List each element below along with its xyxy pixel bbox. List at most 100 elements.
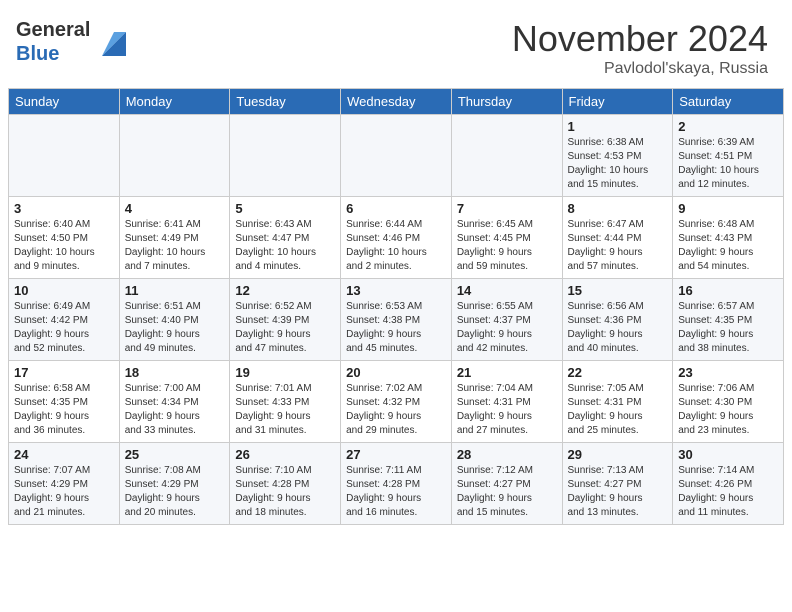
calendar-cell bbox=[119, 115, 230, 197]
logo-blue: Blue bbox=[16, 43, 59, 65]
day-number: 6 bbox=[346, 201, 446, 216]
calendar-cell: 10 Sunrise: 6:49 AM Sunset: 4:42 PM Dayli… bbox=[9, 279, 120, 361]
header-saturday: Saturday bbox=[673, 89, 784, 115]
title-area: November 2024 Pavlodol'skaya, Russia bbox=[512, 18, 768, 78]
week-row-0: 1 Sunrise: 6:38 AM Sunset: 4:53 PM Daylig… bbox=[9, 115, 784, 197]
day-number: 19 bbox=[235, 365, 335, 380]
day-number: 12 bbox=[235, 283, 335, 298]
header-sunday: Sunday bbox=[9, 89, 120, 115]
day-info: Sunrise: 7:01 AM Sunset: 4:33 PM Dayligh… bbox=[235, 382, 335, 438]
day-info: Sunrise: 7:12 AM Sunset: 4:27 PM Dayligh… bbox=[457, 464, 557, 520]
header-wednesday: Wednesday bbox=[341, 89, 452, 115]
calendar-cell: 11 Sunrise: 6:51 AM Sunset: 4:40 PM Dayli… bbox=[119, 279, 230, 361]
day-number: 27 bbox=[346, 447, 446, 462]
day-number: 22 bbox=[568, 365, 668, 380]
day-info: Sunrise: 6:58 AM Sunset: 4:35 PM Dayligh… bbox=[14, 382, 114, 438]
month-title: November 2024 bbox=[512, 18, 768, 60]
week-row-3: 17Sunrise: 6:58 AM Sunset: 4:35 PM Dayli… bbox=[9, 361, 784, 443]
day-info: Sunrise: 6:38 AM Sunset: 4:53 PM Dayligh… bbox=[568, 136, 668, 192]
day-number: 2 bbox=[678, 119, 778, 134]
day-info: Sunrise: 6:43 AM Sunset: 4:47 PM Dayligh… bbox=[235, 218, 335, 274]
calendar-cell: 25 Sunrise: 7:08 AM Sunset: 4:29 PM Dayli… bbox=[119, 443, 230, 525]
calendar-cell: 24 Sunrise: 7:07 AM Sunset: 4:29 PM Dayli… bbox=[9, 443, 120, 525]
day-info: Sunrise: 6:44 AM Sunset: 4:46 PM Dayligh… bbox=[346, 218, 446, 274]
day-number: 14 bbox=[457, 283, 557, 298]
day-info: Sunrise: 6:56 AM Sunset: 4:36 PM Dayligh… bbox=[568, 300, 668, 356]
calendar-cell: 16 Sunrise: 6:57 AM Sunset: 4:35 PM Dayli… bbox=[673, 279, 784, 361]
header-friday: Friday bbox=[562, 89, 673, 115]
day-info: Sunrise: 7:02 AM Sunset: 4:32 PM Dayligh… bbox=[346, 382, 446, 438]
header: General Blue November 2024 Pavlodol'skay… bbox=[0, 0, 792, 88]
day-number: 20 bbox=[346, 365, 446, 380]
day-info: Sunrise: 6:53 AM Sunset: 4:38 PM Dayligh… bbox=[346, 300, 446, 356]
day-number: 7 bbox=[457, 201, 557, 216]
day-number: 11 bbox=[125, 283, 225, 298]
calendar-cell: 27 Sunrise: 7:11 AM Sunset: 4:28 PM Dayli… bbox=[341, 443, 452, 525]
day-info: Sunrise: 6:40 AM Sunset: 4:50 PM Dayligh… bbox=[14, 218, 114, 274]
calendar-cell: 2 Sunrise: 6:39 AM Sunset: 4:51 PM Daylig… bbox=[673, 115, 784, 197]
calendar-cell: 21 Sunrise: 7:04 AM Sunset: 4:31 PM Dayli… bbox=[451, 361, 562, 443]
day-info: Sunrise: 6:39 AM Sunset: 4:51 PM Dayligh… bbox=[678, 136, 778, 192]
calendar-cell: 22 Sunrise: 7:05 AM Sunset: 4:31 PM Dayli… bbox=[562, 361, 673, 443]
day-number: 1 bbox=[568, 119, 668, 134]
day-number: 24 bbox=[14, 447, 114, 462]
calendar-cell: 17Sunrise: 6:58 AM Sunset: 4:35 PM Dayli… bbox=[9, 361, 120, 443]
day-info: Sunrise: 7:13 AM Sunset: 4:27 PM Dayligh… bbox=[568, 464, 668, 520]
day-info: Sunrise: 7:04 AM Sunset: 4:31 PM Dayligh… bbox=[457, 382, 557, 438]
day-info: Sunrise: 6:55 AM Sunset: 4:37 PM Dayligh… bbox=[457, 300, 557, 356]
day-info: Sunrise: 6:41 AM Sunset: 4:49 PM Dayligh… bbox=[125, 218, 225, 274]
day-info: Sunrise: 6:52 AM Sunset: 4:39 PM Dayligh… bbox=[235, 300, 335, 356]
calendar-cell: 15 Sunrise: 6:56 AM Sunset: 4:36 PM Dayli… bbox=[562, 279, 673, 361]
day-info: Sunrise: 7:14 AM Sunset: 4:26 PM Dayligh… bbox=[678, 464, 778, 520]
logo-icon bbox=[94, 28, 126, 56]
header-thursday: Thursday bbox=[451, 89, 562, 115]
day-number: 15 bbox=[568, 283, 668, 298]
day-info: Sunrise: 7:11 AM Sunset: 4:28 PM Dayligh… bbox=[346, 464, 446, 520]
calendar-cell: 8 Sunrise: 6:47 AM Sunset: 4:44 PM Daylig… bbox=[562, 197, 673, 279]
calendar-cell: 18Sunrise: 7:00 AM Sunset: 4:34 PM Dayli… bbox=[119, 361, 230, 443]
calendar-cell: 13Sunrise: 6:53 AM Sunset: 4:38 PM Dayli… bbox=[341, 279, 452, 361]
day-info: Sunrise: 6:47 AM Sunset: 4:44 PM Dayligh… bbox=[568, 218, 668, 274]
week-row-2: 10 Sunrise: 6:49 AM Sunset: 4:42 PM Dayli… bbox=[9, 279, 784, 361]
day-info: Sunrise: 7:07 AM Sunset: 4:29 PM Dayligh… bbox=[14, 464, 114, 520]
day-number: 29 bbox=[568, 447, 668, 462]
calendar-cell: 9 Sunrise: 6:48 AM Sunset: 4:43 PM Daylig… bbox=[673, 197, 784, 279]
calendar-cell bbox=[451, 115, 562, 197]
day-number: 28 bbox=[457, 447, 557, 462]
day-number: 30 bbox=[678, 447, 778, 462]
week-row-4: 24 Sunrise: 7:07 AM Sunset: 4:29 PM Dayli… bbox=[9, 443, 784, 525]
calendar-cell: 28 Sunrise: 7:12 AM Sunset: 4:27 PM Dayli… bbox=[451, 443, 562, 525]
day-info: Sunrise: 7:05 AM Sunset: 4:31 PM Dayligh… bbox=[568, 382, 668, 438]
day-info: Sunrise: 6:51 AM Sunset: 4:40 PM Dayligh… bbox=[125, 300, 225, 356]
day-info: Sunrise: 6:49 AM Sunset: 4:42 PM Dayligh… bbox=[14, 300, 114, 356]
calendar-cell bbox=[9, 115, 120, 197]
days-header-row: Sunday Monday Tuesday Wednesday Thursday… bbox=[9, 89, 784, 115]
day-number: 4 bbox=[125, 201, 225, 216]
day-number: 9 bbox=[678, 201, 778, 216]
calendar-cell: 14 Sunrise: 6:55 AM Sunset: 4:37 PM Dayli… bbox=[451, 279, 562, 361]
day-number: 8 bbox=[568, 201, 668, 216]
day-info: Sunrise: 6:45 AM Sunset: 4:45 PM Dayligh… bbox=[457, 218, 557, 274]
header-tuesday: Tuesday bbox=[230, 89, 341, 115]
location: Pavlodol'skaya, Russia bbox=[512, 60, 768, 78]
day-info: Sunrise: 6:48 AM Sunset: 4:43 PM Dayligh… bbox=[678, 218, 778, 274]
day-info: Sunrise: 7:10 AM Sunset: 4:28 PM Dayligh… bbox=[235, 464, 335, 520]
calendar-cell: 30 Sunrise: 7:14 AM Sunset: 4:26 PM Dayli… bbox=[673, 443, 784, 525]
calendar-cell: 29 Sunrise: 7:13 AM Sunset: 4:27 PM Dayli… bbox=[562, 443, 673, 525]
day-info: Sunrise: 7:00 AM Sunset: 4:34 PM Dayligh… bbox=[125, 382, 225, 438]
day-info: Sunrise: 7:08 AM Sunset: 4:29 PM Dayligh… bbox=[125, 464, 225, 520]
day-number: 16 bbox=[678, 283, 778, 298]
calendar-cell: 4 Sunrise: 6:41 AM Sunset: 4:49 PM Daylig… bbox=[119, 197, 230, 279]
calendar-cell: 26Sunrise: 7:10 AM Sunset: 4:28 PM Dayli… bbox=[230, 443, 341, 525]
logo-general: General bbox=[16, 19, 90, 41]
day-info: Sunrise: 7:06 AM Sunset: 4:30 PM Dayligh… bbox=[678, 382, 778, 438]
day-info: Sunrise: 6:57 AM Sunset: 4:35 PM Dayligh… bbox=[678, 300, 778, 356]
calendar: Sunday Monday Tuesday Wednesday Thursday… bbox=[8, 88, 784, 525]
day-number: 21 bbox=[457, 365, 557, 380]
header-monday: Monday bbox=[119, 89, 230, 115]
day-number: 10 bbox=[14, 283, 114, 298]
calendar-cell bbox=[341, 115, 452, 197]
calendar-cell: 23Sunrise: 7:06 AM Sunset: 4:30 PM Dayli… bbox=[673, 361, 784, 443]
day-number: 25 bbox=[125, 447, 225, 462]
calendar-cell: 1 Sunrise: 6:38 AM Sunset: 4:53 PM Daylig… bbox=[562, 115, 673, 197]
